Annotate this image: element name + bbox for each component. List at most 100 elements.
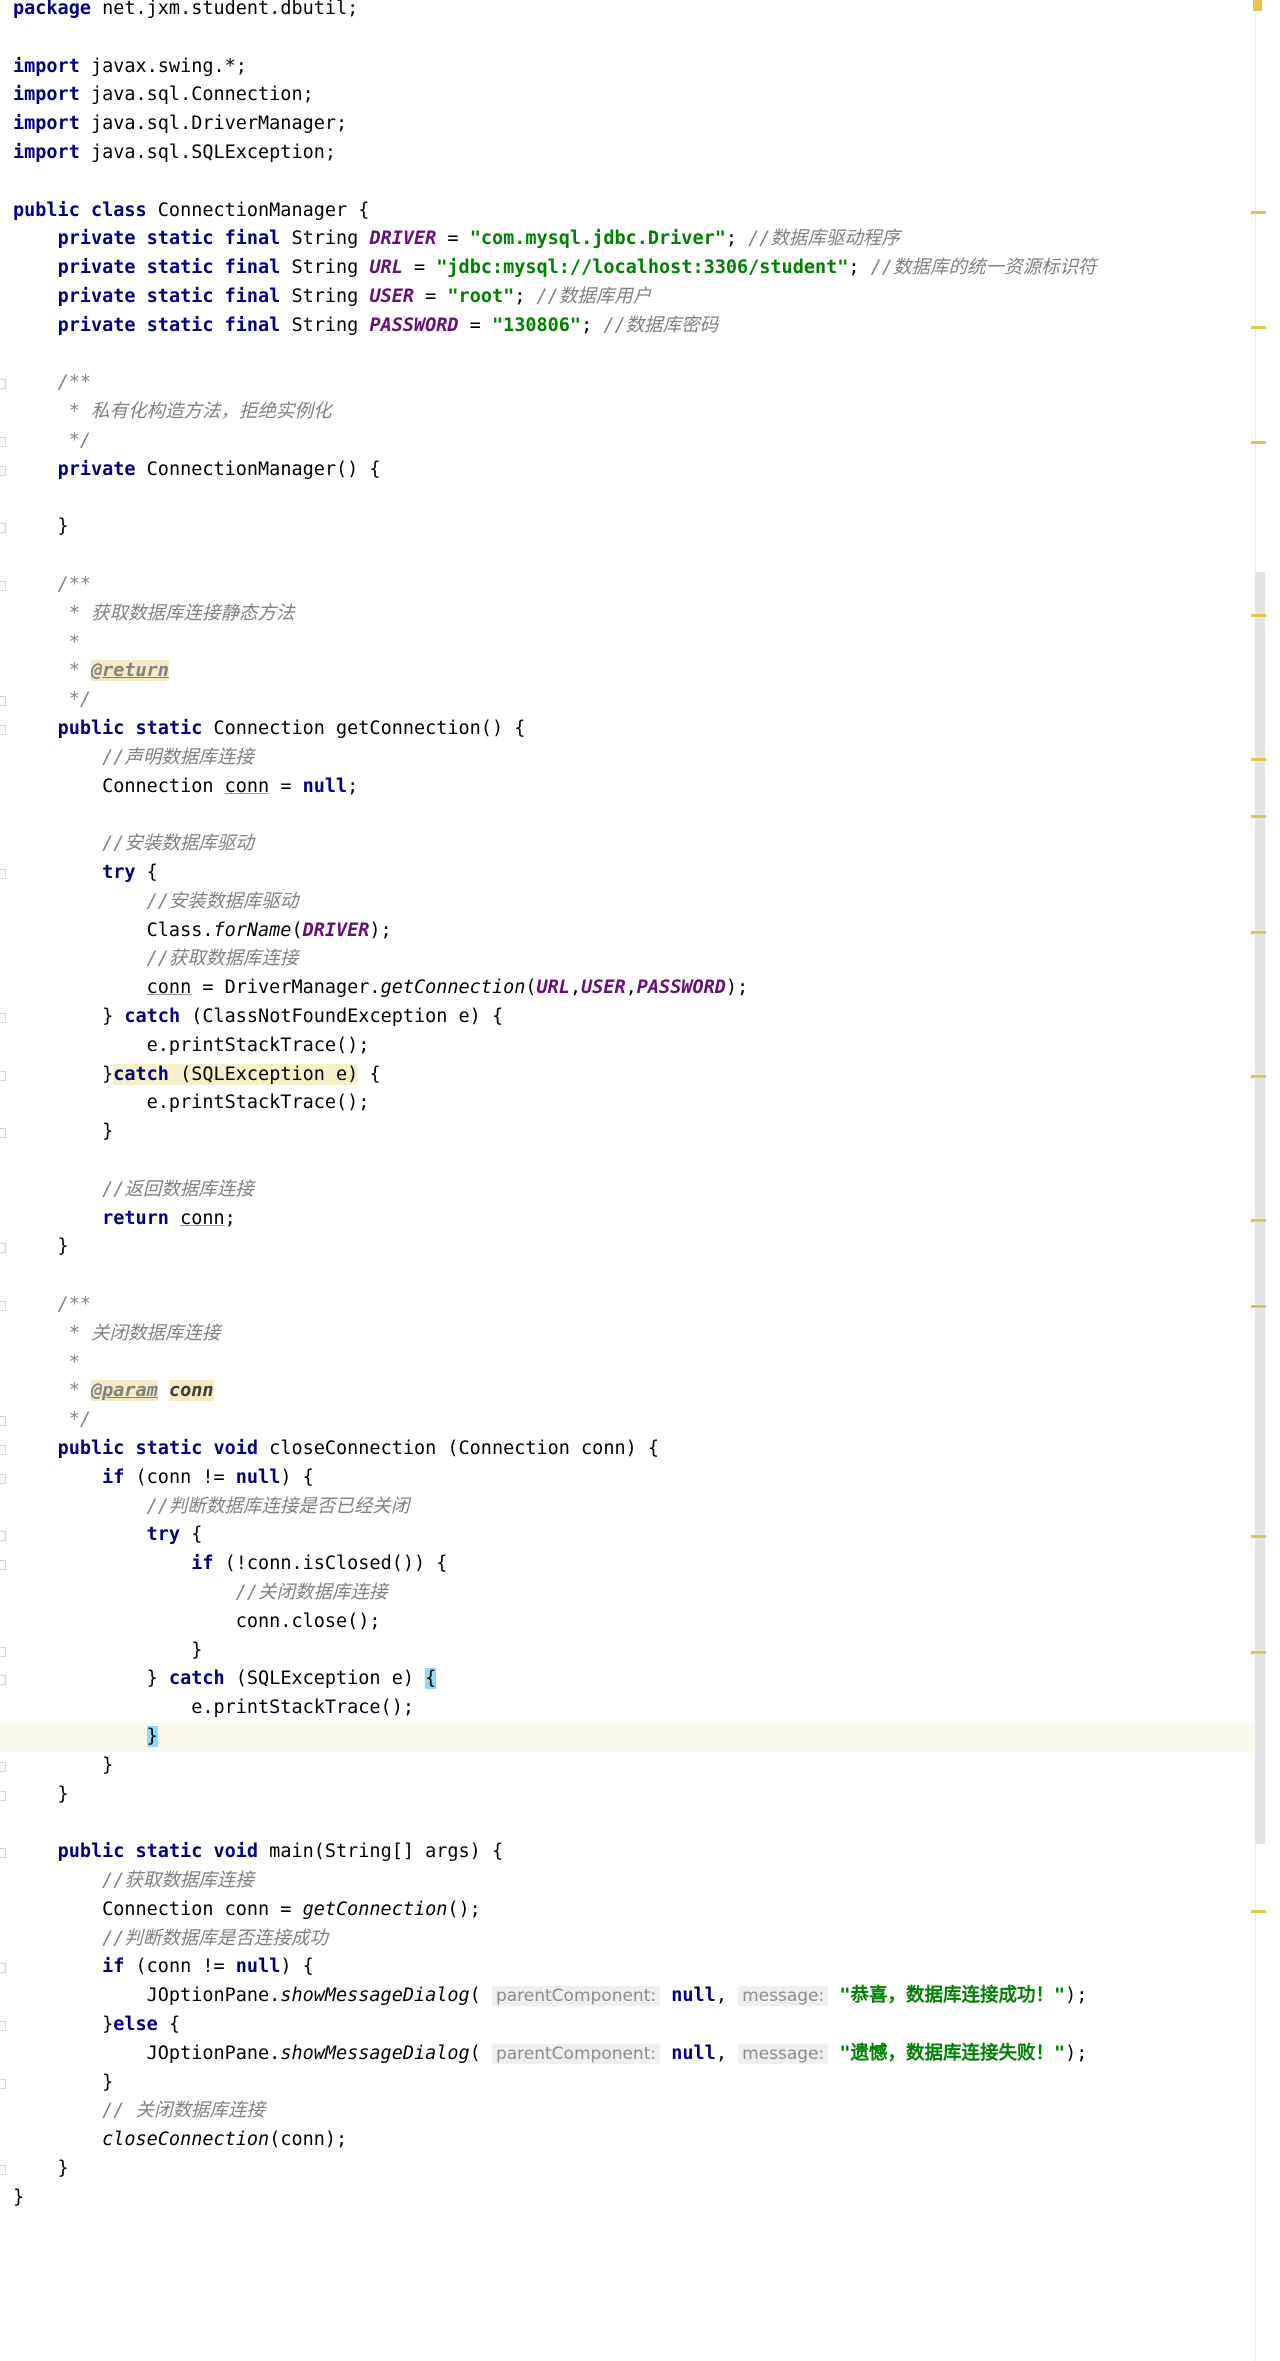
- code-line[interactable]: [0, 542, 1258, 571]
- code-line[interactable]: [0, 168, 1258, 197]
- code-line[interactable]: public static void main(String[] args) {: [0, 1838, 1258, 1867]
- code-line[interactable]: JOptionPane.showMessageDialog( parentCom…: [0, 2040, 1258, 2069]
- code-line[interactable]: if (conn != null) {: [0, 1464, 1258, 1493]
- code-line[interactable]: private static final String URL = "jdbc:…: [0, 254, 1258, 283]
- code-line[interactable]: public class ConnectionManager {: [0, 197, 1258, 226]
- warning-stripe-mark[interactable]: [1251, 815, 1266, 819]
- code-line[interactable]: *: [0, 629, 1258, 658]
- code-line[interactable]: * @param conn: [0, 1377, 1258, 1406]
- code-line[interactable]: private ConnectionManager() {: [0, 456, 1258, 485]
- code-line[interactable]: //声明数据库连接: [0, 744, 1258, 773]
- code-line[interactable]: e.printStackTrace();: [0, 1089, 1258, 1118]
- code-line[interactable]: Connection conn = null;: [0, 773, 1258, 802]
- keyword-token: return: [102, 1207, 169, 1229]
- code-line[interactable]: }: [0, 2069, 1258, 2098]
- code-line[interactable]: [0, 485, 1258, 514]
- code-line[interactable]: public static void closeConnection (Conn…: [0, 1435, 1258, 1464]
- code-line[interactable]: //关闭数据库连接: [0, 1579, 1258, 1608]
- code-line[interactable]: }: [0, 1118, 1258, 1147]
- code-line[interactable]: */: [0, 686, 1258, 715]
- code-line[interactable]: */: [0, 427, 1258, 456]
- warning-stripe-mark[interactable]: [1251, 1650, 1266, 1654]
- code-line[interactable]: if (conn != null) {: [0, 1953, 1258, 1982]
- warning-stripe-mark[interactable]: [1251, 930, 1266, 934]
- code-line[interactable]: *: [0, 1349, 1258, 1378]
- code-token: java.sql.SQLException;: [79, 142, 337, 163]
- code-line[interactable]: * @return: [0, 657, 1258, 686]
- code-line[interactable]: private static final String DRIVER = "co…: [0, 225, 1258, 254]
- code-line[interactable]: [0, 801, 1258, 830]
- code-line[interactable]: //判断数据库连接是否已经关闭: [0, 1493, 1258, 1522]
- code-line[interactable]: }: [0, 2184, 1258, 2213]
- code-line[interactable]: import javax.swing.*;: [0, 53, 1258, 82]
- code-line[interactable]: }: [0, 1781, 1258, 1810]
- code-line[interactable]: conn.close();: [0, 1608, 1258, 1637]
- code-line[interactable]: //安装数据库驱动: [0, 830, 1258, 859]
- code-line[interactable]: [0, 1262, 1258, 1291]
- code-line[interactable]: /**: [0, 369, 1258, 398]
- warning-stripe-mark[interactable]: [1251, 1074, 1266, 1078]
- code-line[interactable]: Connection conn = getConnection();: [0, 1896, 1258, 1925]
- code-line[interactable]: } catch (SQLException e) {: [0, 1665, 1258, 1694]
- code-line[interactable]: * 关闭数据库连接: [0, 1320, 1258, 1349]
- code-line[interactable]: }: [0, 2155, 1258, 2184]
- code-line[interactable]: }: [0, 1723, 1258, 1752]
- code-line[interactable]: e.printStackTrace();: [0, 1694, 1258, 1723]
- code-line[interactable]: [0, 1809, 1258, 1838]
- code-line[interactable]: //返回数据库连接: [0, 1176, 1258, 1205]
- code-line[interactable]: //判断数据库是否连接成功: [0, 1925, 1258, 1954]
- code-line[interactable]: conn = DriverManager.getConnection(URL,U…: [0, 974, 1258, 1003]
- warning-stripe-mark[interactable]: [1251, 210, 1266, 214]
- code-line[interactable]: Class.forName(DRIVER);: [0, 917, 1258, 946]
- code-line[interactable]: public static Connection getConnection()…: [0, 715, 1258, 744]
- code-line[interactable]: }: [0, 1752, 1258, 1781]
- code-line[interactable]: }: [0, 513, 1258, 542]
- code-token: ConnectionManager {: [146, 199, 370, 221]
- code-line[interactable]: JOptionPane.showMessageDialog( parentCom…: [0, 1982, 1258, 2011]
- code-line[interactable]: import java.sql.SQLException;: [0, 139, 1258, 168]
- code-line[interactable]: //安装数据库驱动: [0, 888, 1258, 917]
- warning-stripe-mark[interactable]: [1251, 1535, 1266, 1539]
- code-line[interactable]: /**: [0, 1291, 1258, 1320]
- code-token: ConnectionManager() {: [135, 458, 381, 480]
- code-line[interactable]: //获取数据库连接: [0, 1867, 1258, 1896]
- warning-stripe-mark[interactable]: [1251, 757, 1266, 761]
- code-line[interactable]: try {: [0, 1521, 1258, 1550]
- code-line[interactable]: [0, 1147, 1258, 1176]
- code-line[interactable]: return conn;: [0, 1205, 1258, 1234]
- code-line[interactable]: private static final String USER = "root…: [0, 283, 1258, 312]
- code-line[interactable]: }else {: [0, 2011, 1258, 2040]
- code-line[interactable]: */: [0, 1406, 1258, 1435]
- warning-stripe-mark[interactable]: [1251, 325, 1266, 329]
- code-line[interactable]: } catch (ClassNotFoundException e) {: [0, 1003, 1258, 1032]
- warning-stripe-mark[interactable]: [1251, 613, 1266, 617]
- code-line[interactable]: }: [0, 1233, 1258, 1262]
- code-line[interactable]: * 私有化构造方法，拒绝实例化: [0, 398, 1258, 427]
- warning-stripe-mark[interactable]: [1251, 441, 1266, 444]
- code-line[interactable]: //获取数据库连接: [0, 945, 1258, 974]
- code-editor[interactable]: package net.jxm.student.dbutil; import ja…: [0, 0, 1258, 2361]
- warning-stripe-mark[interactable]: [1251, 1305, 1266, 1308]
- code-line[interactable]: [0, 341, 1258, 370]
- keyword-token: public static void: [57, 1438, 259, 1459]
- warning-stripe-mark[interactable]: [1251, 1909, 1266, 1913]
- warning-stripe-mark[interactable]: [1251, 1218, 1266, 1222]
- warning-icon[interactable]: [1253, 0, 1262, 11]
- code-line[interactable]: e.printStackTrace();: [0, 1032, 1258, 1061]
- code-line[interactable]: // 关闭数据库连接: [0, 2097, 1258, 2126]
- code-line[interactable]: /**: [0, 571, 1258, 600]
- code-line[interactable]: closeConnection(conn);: [0, 2126, 1258, 2155]
- code-line[interactable]: try {: [0, 859, 1258, 888]
- code-line[interactable]: }catch (SQLException e) {: [0, 1061, 1258, 1090]
- code-line[interactable]: package net.jxm.student.dbutil;: [0, 0, 1258, 24]
- code-line[interactable]: import java.sql.DriverManager;: [0, 110, 1258, 139]
- code-line[interactable]: }: [0, 1637, 1258, 1666]
- code-line[interactable]: * 获取数据库连接静态方法: [0, 600, 1258, 629]
- string-literal: "root": [447, 286, 515, 307]
- code-line[interactable]: private static final String PASSWORD = "…: [0, 312, 1258, 341]
- code-line[interactable]: if (!conn.isClosed()) {: [0, 1550, 1258, 1579]
- code-line[interactable]: [0, 24, 1258, 53]
- code-line[interactable]: import java.sql.Connection;: [0, 81, 1258, 110]
